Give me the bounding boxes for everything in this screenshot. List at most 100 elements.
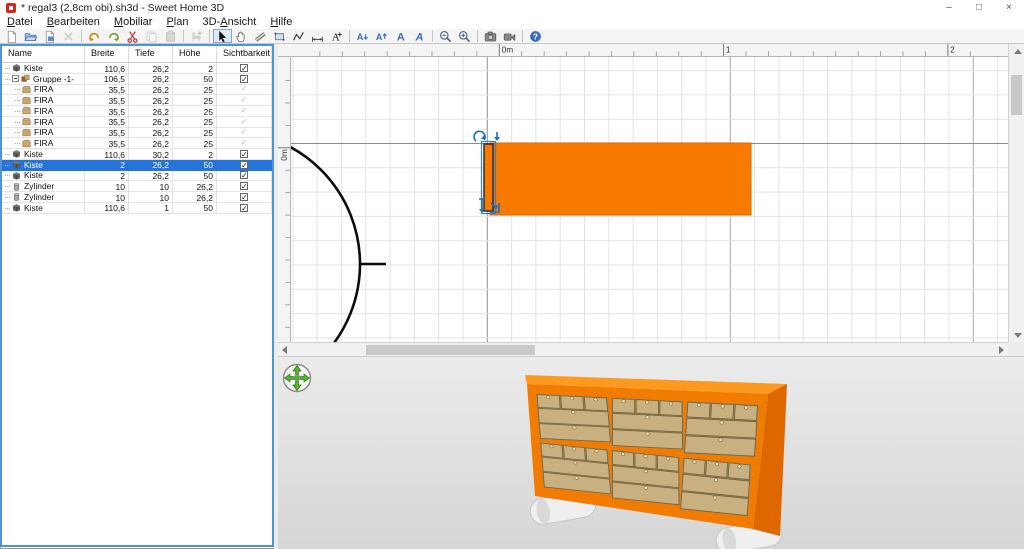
furniture-name-label: FIRA [34,106,53,116]
table-row[interactable]: FIRA35,526,225✓ [2,95,272,106]
table-row[interactable]: Kiste226,250✓ [2,160,272,171]
table-row[interactable]: Zylinder101026,2✓ [2,192,272,203]
menu-3d-ansicht[interactable]: 3D-Ansicht [195,15,263,29]
breite-value: 35,5 [85,85,129,95]
visibility-checkbox[interactable]: ✓ [240,64,248,72]
h-scroll-thumb[interactable] [366,345,535,355]
table-row[interactable]: Kiste110,6150✓ [2,203,272,214]
fira-drawer-unit [612,398,684,450]
tree-connector [15,142,20,144]
save-button[interactable] [40,29,59,43]
cut-button[interactable] [123,29,142,43]
menu-hilfe[interactable]: Hilfe [263,15,299,29]
tiefe-value: 10 [129,181,173,191]
nav-center-icon[interactable] [295,376,299,380]
table-row[interactable]: FIRA35,526,225✓ [2,117,272,128]
column-header-breite[interactable]: Breite [85,46,129,62]
visibility-checkbox[interactable]: ✓ [240,118,248,126]
add-furniture-button [187,29,206,43]
elevation-handle-icon[interactable] [494,132,500,141]
furniture-name-cell: FIRA [2,85,85,95]
rotate-handle-icon[interactable] [474,131,486,141]
table-row[interactable]: FIRA35,526,225✓ [2,128,272,139]
plan-furniture-shelf-box[interactable] [490,143,751,215]
select-button[interactable] [213,29,232,43]
open-button[interactable] [21,29,40,43]
create-polylines-button[interactable] [289,29,308,43]
column-header-hhe[interactable]: Höhe [173,46,217,62]
menu-datei[interactable]: Datei [0,15,40,29]
visibility-checkbox[interactable]: ✓ [240,204,248,212]
visibility-checkbox[interactable]: ✓ [240,171,248,179]
table-row[interactable]: Kiste110,626,22✓ [2,63,272,74]
column-header-name[interactable]: Name [2,46,85,62]
breite-value: 106,5 [85,74,129,84]
tree-connector [15,88,20,90]
furniture-name-cell: FIRA [2,106,85,116]
redo-button[interactable] [104,29,123,43]
v-scroll-thumb[interactable] [1011,75,1022,115]
visibility-checkbox[interactable]: ✓ [240,139,248,147]
table-row[interactable]: Kiste110,630,22✓ [2,149,272,160]
plan-furniture-selected-panel[interactable] [484,144,493,211]
create-walls-button[interactable] [251,29,270,43]
scroll-up-icon[interactable] [1014,49,1022,54]
close-button[interactable]: × [994,2,1024,13]
plan-vertical-scrollbar[interactable] [1008,44,1024,342]
create-dimensions-button[interactable] [308,29,327,43]
zoom-out-button[interactable] [436,29,455,43]
hoehe-value: 2 [173,63,217,73]
visibility-checkbox[interactable]: ✓ [240,161,248,169]
column-header-sichtbarkeit[interactable]: Sichtbarkeit [217,46,272,62]
help-button[interactable]: ? [526,29,545,43]
decrease-text-size-button[interactable]: A [353,29,372,43]
table-row[interactable]: Zylinder101026,2✓ [2,181,272,192]
table-row[interactable]: Kiste226,250✓ [2,171,272,182]
video-button[interactable] [500,29,519,43]
visibility-checkbox[interactable]: ✓ [240,193,248,201]
copy-icon [145,30,158,43]
table-row[interactable]: Gruppe -1-106,526,250✓ [2,74,272,85]
video-icon [503,30,516,43]
visibility-checkbox[interactable]: ✓ [240,75,248,83]
italic-button[interactable]: A [410,29,429,43]
bold-button[interactable]: A [391,29,410,43]
3d-navigation-widget[interactable] [281,362,313,394]
table-row[interactable]: FIRA35,526,225✓ [2,106,272,117]
menu-bearbeiten[interactable]: Bearbeiten [40,15,107,29]
column-header-tiefe[interactable]: Tiefe [129,46,173,62]
visibility-checkbox[interactable]: ✓ [240,182,248,190]
scroll-left-icon[interactable] [282,346,287,354]
add-text-button[interactable]: A [327,29,346,43]
table-row[interactable]: FIRA35,526,225✓ [2,85,272,96]
visibility-checkbox[interactable]: ✓ [240,150,248,158]
photo-button[interactable] [481,29,500,43]
3d-cabinet[interactable] [500,362,820,549]
visibility-checkbox[interactable]: ✓ [240,96,248,104]
plan-horizontal-scrollbar[interactable] [278,342,1008,356]
undo-button[interactable] [85,29,104,43]
kiste-icon [12,63,21,72]
svg-text:A: A [376,32,383,42]
maximize-button[interactable]: □ [964,2,994,13]
fira-drawer-unit [540,442,611,494]
create-rooms-button[interactable] [270,29,289,43]
tree-expander-icon[interactable] [12,75,19,82]
title-bar: * regal3 (2,8cm obi).sh3d - Sweet Home 3… [0,0,1024,15]
menu-plan[interactable]: Plan [159,15,195,29]
3d-view[interactable] [278,360,1024,549]
toolbar-separator [209,30,210,42]
pan-button[interactable] [232,29,251,43]
zoom-in-button[interactable] [455,29,474,43]
compass[interactable] [291,131,386,342]
visibility-checkbox[interactable]: ✓ [240,85,248,93]
scroll-down-icon[interactable] [1014,333,1022,338]
new-button[interactable] [2,29,21,43]
visibility-checkbox[interactable]: ✓ [240,107,248,115]
visibility-checkbox[interactable]: ✓ [240,128,248,136]
scroll-right-icon[interactable] [999,346,1004,354]
table-row[interactable]: FIRA35,526,225✓ [2,138,272,149]
minimize-button[interactable]: – [934,2,964,13]
menu-mobiliar[interactable]: Mobiliar [107,15,160,29]
increase-text-size-button[interactable]: A [372,29,391,43]
